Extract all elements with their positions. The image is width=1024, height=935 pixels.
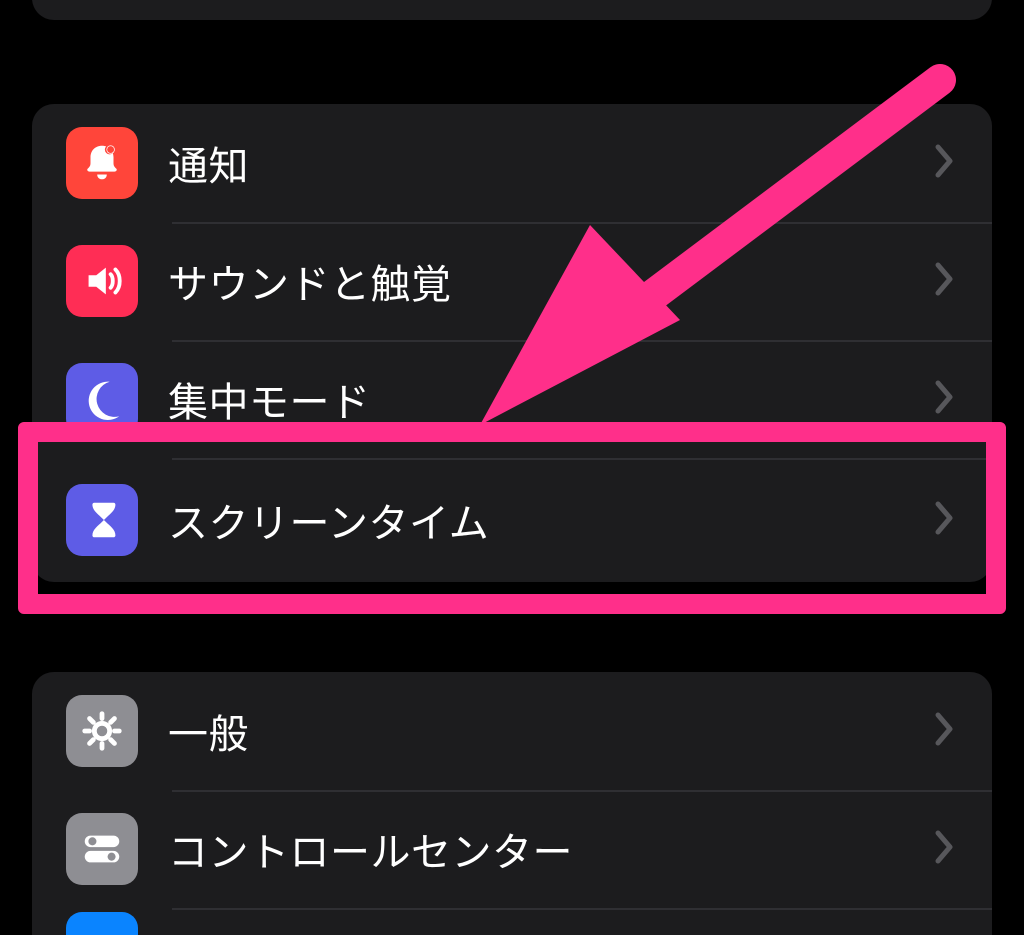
row-screen-time[interactable]: スクリーンタイム (32, 458, 992, 582)
toggles-icon (66, 813, 138, 885)
chevron-right-icon (934, 379, 956, 420)
row-label: サウンドと触覚 (168, 252, 934, 310)
bell-icon (66, 127, 138, 199)
settings-group-middle: 通知 サウンドと触覚 集中モード (32, 104, 992, 582)
row-label: コントロールセンター (168, 820, 934, 878)
row-label: 一般 (168, 702, 934, 760)
chevron-right-icon (934, 500, 956, 541)
row-general[interactable]: 一般 (32, 672, 992, 790)
row-notifications[interactable]: 通知 (32, 104, 992, 222)
chevron-right-icon (934, 261, 956, 302)
row-control-center[interactable]: コントロールセンター (32, 790, 992, 908)
hourglass-icon (66, 484, 138, 556)
settings-group-top (32, 0, 992, 20)
gear-icon (66, 695, 138, 767)
settings-group-bottom: 一般 コントロールセンター (32, 672, 992, 935)
chevron-right-icon (934, 711, 956, 752)
row-partial (32, 908, 992, 935)
chevron-right-icon (934, 829, 956, 870)
row-focus[interactable]: 集中モード (32, 340, 992, 458)
row-sounds[interactable]: サウンドと触覚 (32, 222, 992, 340)
row-label: スクリーンタイム (168, 491, 934, 549)
chevron-right-icon (934, 143, 956, 184)
display-icon (66, 912, 138, 935)
speaker-icon (66, 245, 138, 317)
moon-icon (66, 363, 138, 435)
row-label: 集中モード (168, 370, 934, 428)
row-label: 通知 (168, 134, 934, 192)
